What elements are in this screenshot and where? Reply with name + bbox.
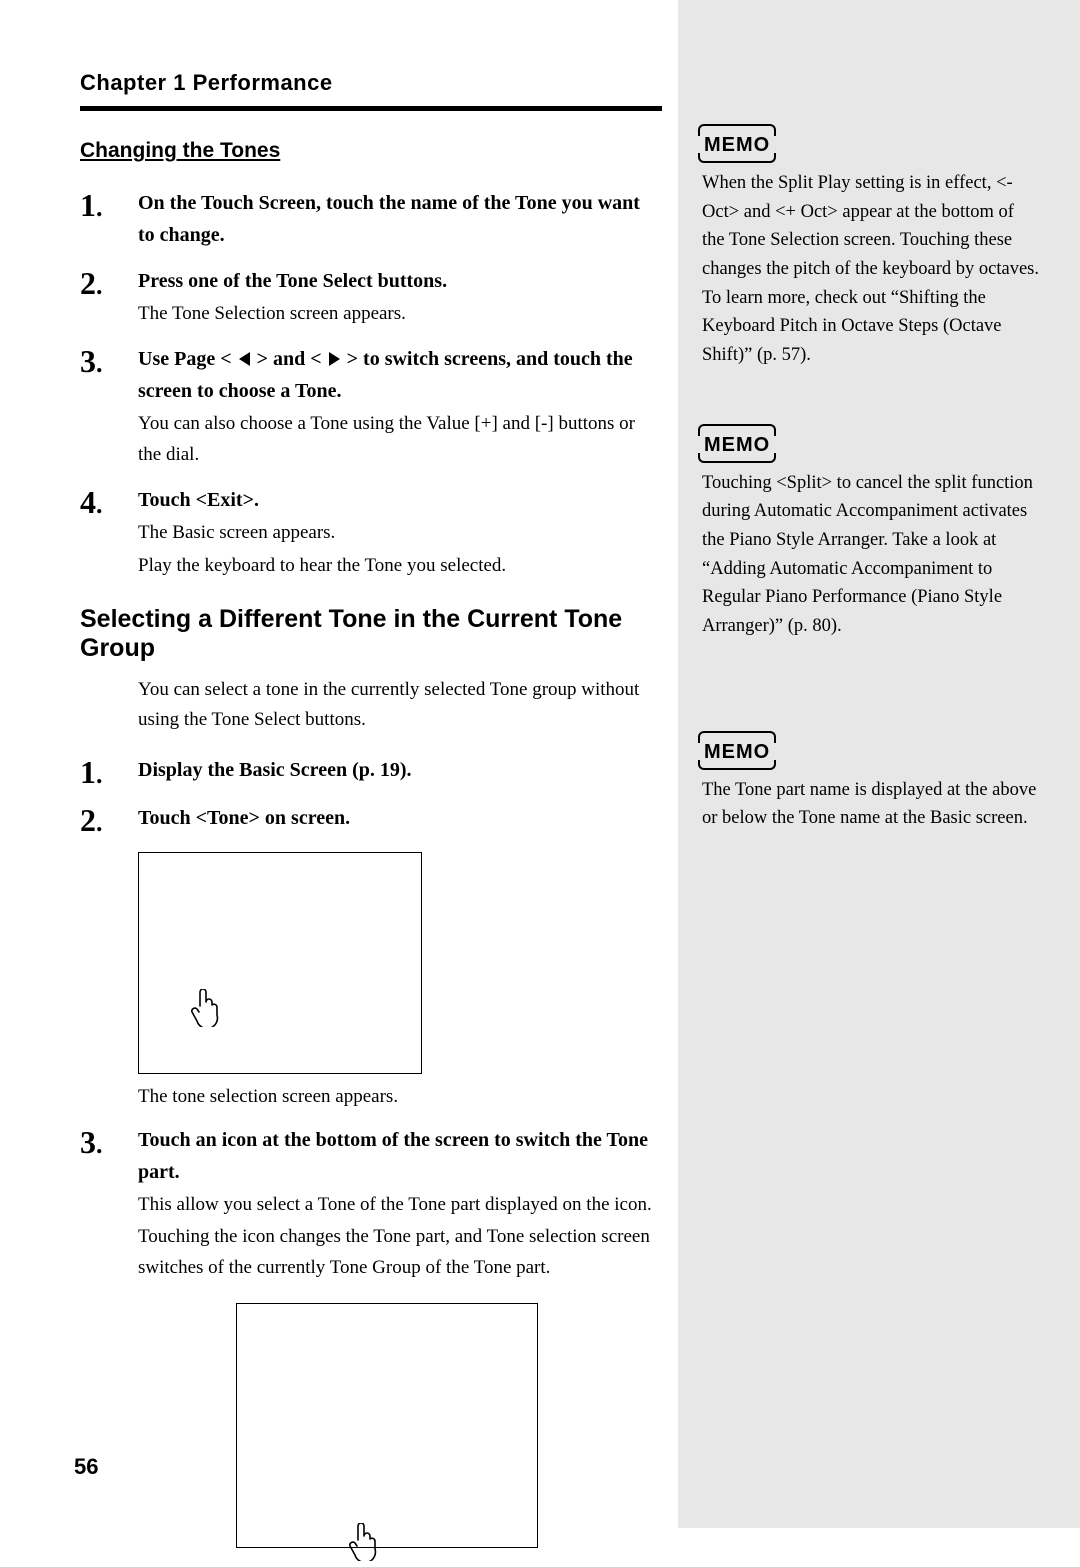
intro-text: You can select a tone in the currently s…: [138, 675, 658, 736]
main-column: Chapter 1 Performance Changing the Tones…: [0, 0, 678, 1528]
step: 4. Touch <Exit>. The Basic screen appear…: [80, 484, 678, 581]
step-number: 2.: [80, 265, 138, 329]
touch-icon: [189, 989, 219, 1033]
step: 2. Touch <Tone> on screen.: [80, 802, 678, 836]
memo-label-icon: MEMO: [702, 737, 772, 766]
step-instruction: Use Page < > and < > to switch screens, …: [138, 343, 658, 407]
figure-caption: The tone selection screen appears.: [138, 1086, 678, 1108]
step-number: 3.: [80, 343, 138, 470]
subheading: Selecting a Different Tone in the Curren…: [80, 605, 678, 663]
step: 3. Touch an icon at the bottom of the sc…: [80, 1124, 678, 1283]
rule: [80, 106, 662, 111]
step: 1. On the Touch Screen, touch the name o…: [80, 187, 678, 251]
step-instruction: Press one of the Tone Select buttons.: [138, 265, 658, 297]
step-body: On the Touch Screen, touch the name of t…: [138, 187, 678, 251]
step-detail: The Basic screen appears.: [138, 518, 658, 548]
page: Chapter 1 Performance Changing the Tones…: [0, 0, 1080, 1528]
step-instruction: Display the Basic Screen (p. 19).: [138, 754, 658, 786]
step-instruction: Touch <Exit>.: [138, 484, 658, 516]
step-instruction: Touch an icon at the bottom of the scree…: [138, 1124, 658, 1188]
memo-text: The Tone part name is displayed at the a…: [702, 776, 1040, 833]
memo-block: MEMO Touching <Split> to cancel the spli…: [702, 430, 1040, 641]
step-number: 1.: [80, 187, 138, 251]
step-detail: Play the keyboard to hear the Tone you s…: [138, 551, 658, 581]
section-title: Changing the Tones: [80, 139, 678, 163]
figure-placeholder: [236, 1303, 538, 1548]
step-detail: The Tone Selection screen appears.: [138, 299, 658, 329]
step-detail: This allow you select a Tone of the Tone…: [138, 1190, 658, 1220]
memo-block: MEMO The Tone part name is displayed at …: [702, 737, 1040, 833]
page-number: 56: [74, 1454, 98, 1480]
memo-label-icon: MEMO: [702, 430, 772, 459]
touch-icon: [347, 1523, 377, 1567]
triangle-left-icon: [239, 352, 250, 366]
step-detail: Touching the icon changes the Tone part,…: [138, 1222, 658, 1283]
step-number: 1.: [80, 754, 138, 788]
step-body: Touch an icon at the bottom of the scree…: [138, 1124, 678, 1283]
chapter-title: Chapter 1 Performance: [80, 70, 678, 96]
step: 1. Display the Basic Screen (p. 19).: [80, 754, 678, 788]
figure-placeholder: [138, 852, 422, 1074]
step: 3. Use Page < > and < > to switch screen…: [80, 343, 678, 470]
step-detail: You can also choose a Tone using the Val…: [138, 409, 658, 470]
step-number: 3.: [80, 1124, 138, 1283]
step-body: Press one of the Tone Select buttons. Th…: [138, 265, 678, 329]
memo-text: Touching <Split> to cancel the split fun…: [702, 469, 1040, 641]
step-number: 2.: [80, 802, 138, 836]
memo-label-icon: MEMO: [702, 130, 772, 159]
step-instruction: Touch <Tone> on screen.: [138, 802, 658, 834]
step-body: Touch <Tone> on screen.: [138, 802, 678, 836]
memo-text: When the Split Play setting is in effect…: [702, 169, 1040, 370]
side-column: MEMO When the Split Play setting is in e…: [678, 0, 1080, 1528]
step-body: Use Page < > and < > to switch screens, …: [138, 343, 678, 470]
step-body: Touch <Exit>. The Basic screen appears. …: [138, 484, 678, 581]
memo-block: MEMO When the Split Play setting is in e…: [702, 130, 1040, 370]
triangle-right-icon: [329, 352, 340, 366]
step: 2. Press one of the Tone Select buttons.…: [80, 265, 678, 329]
step-instruction: On the Touch Screen, touch the name of t…: [138, 187, 658, 251]
step-number: 4.: [80, 484, 138, 581]
step-body: Display the Basic Screen (p. 19).: [138, 754, 678, 788]
